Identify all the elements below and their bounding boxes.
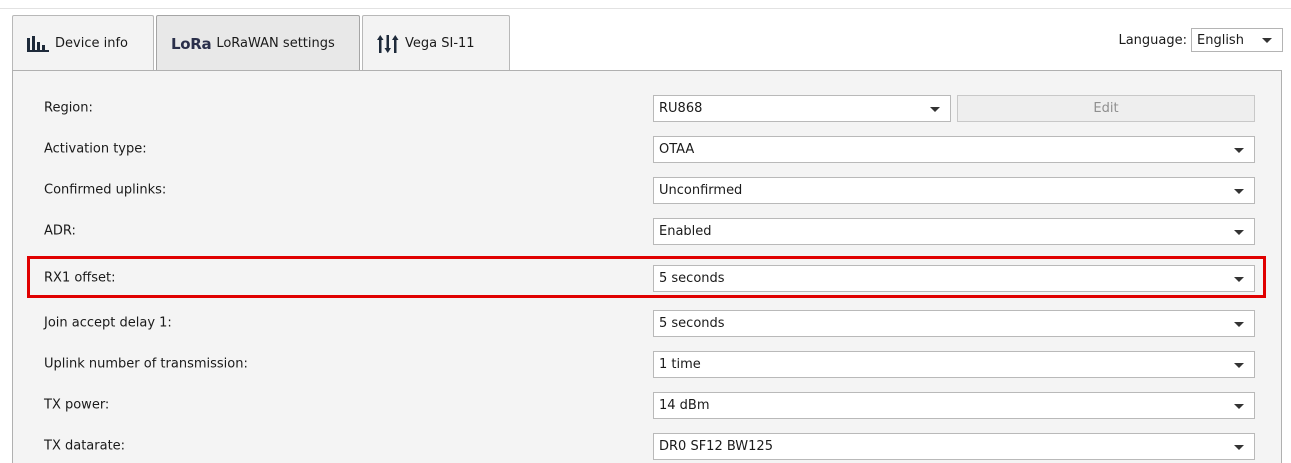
uplink-transmissions-label: Uplink number of transmission: [44, 356, 248, 372]
rx1-offset-label: RX1 offset: [44, 270, 116, 286]
chevron-down-icon [1234, 403, 1244, 409]
setting-row-adr: ADR: Enabled [13, 214, 1281, 248]
confirmed-uplinks-label: Confirmed uplinks: [44, 182, 167, 198]
region-value: RU868 [659, 101, 703, 116]
chevron-down-icon [1234, 229, 1244, 235]
tab-lorawan-settings[interactable]: LoRa LoRaWAN settings [156, 15, 360, 71]
setting-row-join-accept-delay: Join accept delay 1: 5 seconds [13, 306, 1281, 340]
uplink-transmissions-value: 1 time [659, 357, 701, 372]
app-window: Device info LoRa LoRaWAN settings Vega S… [0, 0, 1291, 463]
tx-power-dropdown[interactable]: 14 dBm [653, 392, 1255, 419]
chevron-down-icon [930, 106, 940, 112]
top-divider [0, 8, 1291, 9]
rx1-offset-value: 5 seconds [659, 271, 725, 286]
tab-device-info[interactable]: Device info [12, 15, 154, 71]
join-accept-delay-value: 5 seconds [659, 316, 725, 331]
adr-dropdown[interactable]: Enabled [653, 218, 1255, 245]
language-selector-group: Language: English [1118, 28, 1283, 52]
region-dropdown[interactable]: RU868 [653, 95, 951, 122]
tab-label: Device info [55, 36, 128, 51]
tx-datarate-label: TX datarate: [44, 438, 126, 454]
chevron-down-icon [1234, 321, 1244, 327]
tab-label: Vega SI-11 [405, 36, 475, 51]
setting-row-region: Region: RU868 Edit [13, 91, 1281, 125]
chevron-down-icon [1262, 38, 1272, 43]
confirmed-uplinks-dropdown[interactable]: Unconfirmed [653, 177, 1255, 204]
join-accept-delay-label: Join accept delay 1: [44, 315, 172, 331]
setting-row-rx1-offset: RX1 offset: 5 seconds [13, 261, 1281, 295]
activation-type-label: Activation type: [44, 141, 147, 157]
setting-row-tx-power: TX power: 14 dBm [13, 388, 1281, 422]
bar-chart-icon [27, 35, 49, 52]
language-label: Language: [1118, 32, 1187, 48]
confirmed-uplinks-value: Unconfirmed [659, 183, 743, 198]
tx-power-label: TX power: [44, 397, 110, 413]
rx1-offset-dropdown[interactable]: 5 seconds [653, 265, 1255, 292]
edit-region-button[interactable]: Edit [957, 95, 1255, 122]
language-value: English [1197, 32, 1244, 48]
tx-datarate-value: DR0 SF12 BW125 [659, 439, 773, 454]
tx-power-value: 14 dBm [659, 398, 710, 413]
activation-type-dropdown[interactable]: OTAA [653, 136, 1255, 163]
chevron-down-icon [1234, 362, 1244, 368]
chevron-down-icon [1234, 276, 1244, 282]
lora-logo-icon: LoRa [171, 34, 212, 53]
activation-type-value: OTAA [659, 142, 695, 157]
join-accept-delay-dropdown[interactable]: 5 seconds [653, 310, 1255, 337]
adr-value: Enabled [659, 224, 712, 239]
chevron-down-icon [1234, 147, 1244, 153]
sliders-icon [377, 34, 399, 53]
setting-row-tx-datarate: TX datarate: DR0 SF12 BW125 [13, 429, 1281, 463]
region-label: Region: [44, 100, 93, 116]
setting-row-uplink-transmissions: Uplink number of transmission: 1 time [13, 347, 1281, 381]
setting-row-activation-type: Activation type: OTAA [13, 132, 1281, 166]
adr-label: ADR: [44, 223, 76, 239]
chevron-down-icon [1234, 188, 1244, 194]
tx-datarate-dropdown[interactable]: DR0 SF12 BW125 [653, 433, 1255, 460]
lorawan-settings-panel: Region: RU868 Edit Activation type: OTAA… [12, 70, 1282, 463]
setting-row-confirmed-uplinks: Confirmed uplinks: Unconfirmed [13, 173, 1281, 207]
uplink-transmissions-dropdown[interactable]: 1 time [653, 351, 1255, 378]
tab-bar: Device info LoRa LoRaWAN settings Vega S… [12, 15, 512, 71]
language-dropdown[interactable]: English [1191, 28, 1283, 52]
chevron-down-icon [1234, 444, 1244, 450]
tab-label: LoRaWAN settings [216, 36, 335, 51]
tab-vega-si-11[interactable]: Vega SI-11 [362, 15, 510, 71]
